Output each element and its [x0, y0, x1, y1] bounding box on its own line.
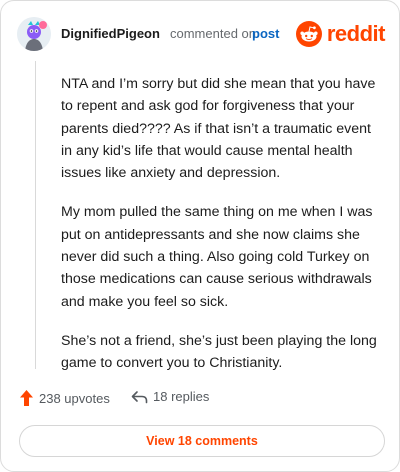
comment-paragraph: My mom pulled the same thing on me when …: [61, 204, 373, 310]
reddit-snoo-icon: [295, 21, 322, 47]
reddit-wordmark: reddit: [326, 21, 386, 46]
comment-card: DignifiedPigeon commented on post reddit…: [0, 0, 400, 472]
avatar-icon[interactable]: [17, 17, 51, 51]
reply-arrow-icon: [131, 390, 148, 403]
thread-line: [35, 61, 36, 369]
username[interactable]: DignifiedPigeon: [61, 26, 160, 41]
comment-header: DignifiedPigeon commented on post reddit: [17, 17, 386, 53]
upvote-arrow-icon: [20, 390, 33, 406]
upvote-button[interactable]: 238 upvotes: [19, 389, 110, 407]
post-link[interactable]: post: [252, 26, 279, 41]
upvote-count: 238 upvotes: [39, 390, 110, 406]
comment-actions: 238 upvotes 18 replies: [19, 389, 379, 411]
comment-paragraph: NTA and I’m sorry but did she mean that …: [61, 76, 376, 182]
comment-action-text: commented on: [170, 26, 256, 41]
comment-body: NTA and I’m sorry but did she mean that …: [61, 73, 383, 392]
view-comments-button[interactable]: View 18 comments: [19, 425, 385, 457]
comment-paragraph: She’s not a friend, she’s just been play…: [61, 332, 377, 372]
replies-button[interactable]: 18 replies: [131, 389, 209, 404]
reddit-logo[interactable]: reddit: [295, 19, 386, 49]
reply-count: 18 replies: [153, 389, 210, 404]
